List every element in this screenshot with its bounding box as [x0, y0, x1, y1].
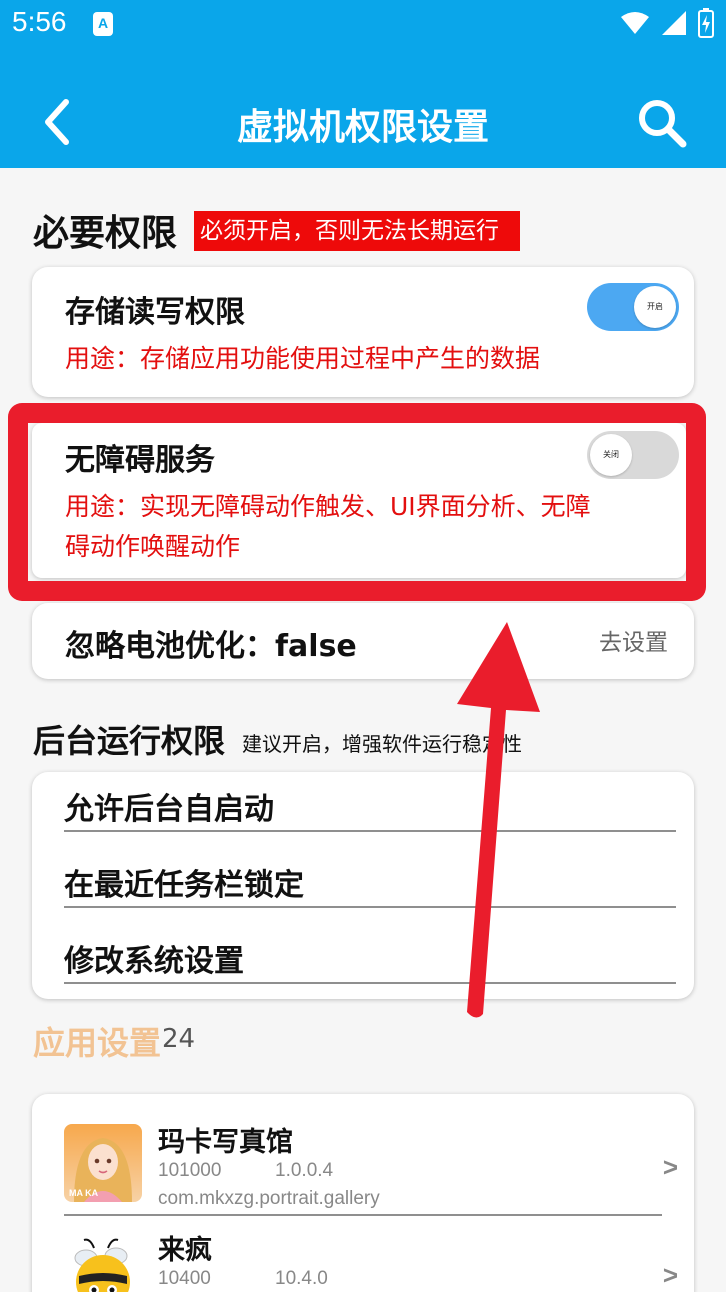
background-permissions-card: 允许后台自启动 在最近任务栏锁定 修改系统设置 — [32, 772, 694, 999]
chevron-right-icon: > — [662, 1260, 678, 1290]
apps-count: 24 — [162, 1024, 196, 1054]
status-app-icon: A — [93, 12, 113, 36]
status-time: 5:56 — [12, 6, 67, 37]
app-row-maka[interactable]: MA KA 玛卡写真馆 101000 1.0.0.4 com.mkxzg.por… — [64, 1124, 678, 1214]
status-icons — [614, 8, 714, 40]
section-title-background: 后台运行权限 — [33, 722, 226, 760]
chevron-right-icon: > — [662, 1152, 678, 1182]
app-package: com.mkxzg.portrait.gallery — [158, 1188, 380, 1209]
battery-optimization-card[interactable]: 忽略电池优化：false 去设置 — [32, 603, 694, 679]
app-icon-laifeng — [64, 1236, 142, 1292]
section-title-apps: 应用设置 — [33, 1024, 162, 1062]
signal-icon — [661, 11, 686, 35]
app-list-card: MA KA 玛卡写真馆 101000 1.0.0.4 com.mkxzg.por… — [32, 1094, 694, 1292]
list-item-auto-start[interactable]: 允许后台自启动 — [64, 772, 676, 832]
list-item-system-settings[interactable]: 修改系统设置 — [64, 924, 676, 984]
list-item-recent-lock[interactable]: 在最近任务栏锁定 — [64, 848, 676, 908]
app-bar: 5:56 A 虚拟机权限设置 — [0, 0, 726, 168]
app-row-laifeng[interactable]: 来疯 10400 10.4.0 > — [64, 1232, 678, 1292]
search-button[interactable] — [634, 96, 690, 152]
search-icon — [639, 100, 687, 148]
app-code: 101000 — [158, 1160, 222, 1181]
app-icon-maka: MA KA — [64, 1124, 142, 1202]
goto-settings-link[interactable]: 去设置 — [599, 623, 668, 657]
section-title-required: 必要权限 — [33, 213, 178, 254]
app-version: 1.0.0.4 — [275, 1160, 334, 1181]
app-icon-lettering: MA KA — [69, 1188, 99, 1198]
wifi-icon — [620, 12, 649, 34]
page-title: 虚拟机权限设置 — [236, 107, 489, 148]
portrait-app-icon: MA KA — [64, 1124, 142, 1202]
app-code: 10400 — [158, 1268, 211, 1289]
red-highlight-box — [8, 403, 706, 601]
divider — [64, 1214, 662, 1216]
app-name: 来疯 — [158, 1235, 212, 1266]
section-subtitle-background: 建议开启，增强软件运行稳定性 — [242, 732, 522, 756]
storage-permission-toggle[interactable]: 开启 — [587, 283, 679, 331]
toggle-knob: 开启 — [634, 286, 676, 328]
list-item-label: 在最近任务栏锁定 — [64, 868, 304, 903]
list-item-label: 允许后台自启动 — [64, 792, 274, 827]
battery-optimization-title: 忽略电池优化：false — [65, 629, 357, 664]
required-warning-badge: 必须开启，否则无法长期运行 — [194, 211, 520, 251]
app-name: 玛卡写真馆 — [158, 1127, 293, 1158]
bee-app-icon — [74, 1238, 130, 1292]
storage-permission-card: 存储读写权限 用途：存储应用功能使用过程中产生的数据 开启 — [32, 267, 694, 397]
battery-icon — [698, 8, 714, 38]
list-item-label: 修改系统设置 — [64, 944, 244, 979]
storage-permission-desc: 用途：存储应用功能使用过程中产生的数据 — [65, 344, 541, 373]
storage-permission-title: 存储读写权限 — [65, 295, 245, 330]
app-version: 10.4.0 — [275, 1268, 328, 1289]
